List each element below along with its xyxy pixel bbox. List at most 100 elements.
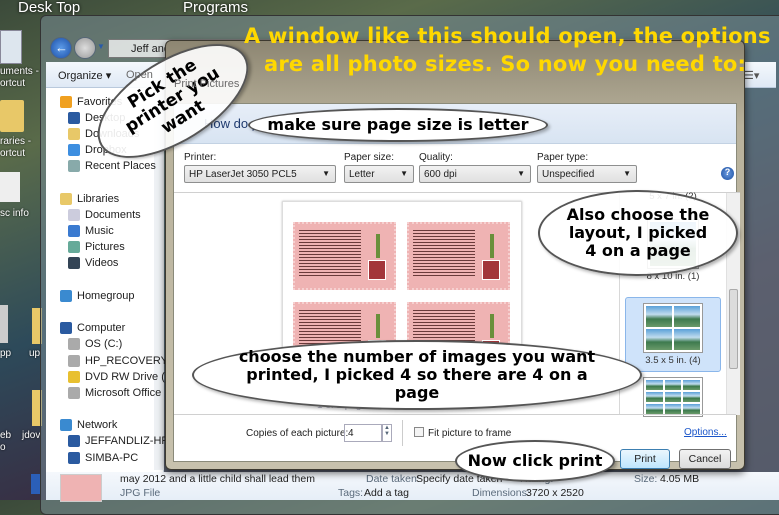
- back-button[interactable]: ←: [50, 37, 72, 59]
- divider: [402, 420, 403, 446]
- nav-item-videos[interactable]: Videos: [68, 257, 118, 269]
- documents-icon: [68, 209, 80, 221]
- homegroup-icon: [60, 290, 72, 302]
- file-name: may 2012 and a little child shall lead t…: [120, 473, 315, 485]
- arrow-left-icon: ←: [55, 40, 68, 55]
- copies-value: 4: [348, 428, 354, 439]
- copies-input[interactable]: 4: [344, 424, 382, 442]
- nav-item-recent-places[interactable]: Recent Places: [68, 160, 156, 172]
- desktop-icon-label[interactable]: o: [0, 442, 40, 453]
- nav-item-music[interactable]: Music: [68, 225, 114, 237]
- nav-item-homegroup[interactable]: Homegroup: [60, 290, 134, 302]
- nav-item-label: SIMBA-PC: [85, 452, 139, 464]
- preview-image: [293, 222, 396, 290]
- nav-item-documents[interactable]: Documents: [68, 209, 141, 221]
- file-type: JPG File: [120, 487, 161, 499]
- nav-item-dvd-rw-drive-e[interactable]: DVD RW Drive (E: [68, 371, 172, 383]
- cancel-button[interactable]: Cancel: [679, 449, 731, 469]
- libraries-shortcut-icon[interactable]: [0, 100, 24, 132]
- desktop-icon: [68, 112, 80, 124]
- chevron-down-icon: ▼: [623, 169, 631, 178]
- pictures-icon: [68, 241, 80, 253]
- organize-button[interactable]: Organize ▾: [58, 69, 111, 82]
- network-icon: [60, 419, 72, 431]
- paper-type-label: Paper type:: [537, 152, 589, 163]
- dvd-drive-icon: [68, 371, 80, 383]
- print-pictures-button[interactable]: Print Pictures: [174, 78, 239, 90]
- printer-select[interactable]: HP LaserJet 3050 PCL5 ▼: [184, 165, 336, 183]
- layout-thumbnail: [643, 303, 703, 353]
- forward-button[interactable]: [74, 37, 96, 59]
- tags-value[interactable]: Add a tag: [364, 487, 409, 499]
- nav-item-label: Network: [77, 419, 118, 431]
- downloads-folder-icon: [68, 128, 80, 140]
- nav-item-pictures[interactable]: Pictures: [68, 241, 125, 253]
- nav-item-jeffandliz-hp[interactable]: JEFFANDLIZ-HP: [68, 435, 169, 447]
- date-taken-label: Date taken:: [366, 473, 420, 485]
- desktop-icon-label[interactable]: raries -: [0, 136, 40, 147]
- nav-item-microsoft-office[interactable]: Microsoft Office: [68, 387, 161, 399]
- printer-label: Printer:: [184, 152, 217, 163]
- quote-text-image: [299, 228, 361, 278]
- nav-item-label: Microsoft Office: [85, 387, 162, 399]
- size-label: Size:: [634, 473, 658, 485]
- layout-option[interactable]: 3.5 x 5 in. (4): [625, 297, 721, 372]
- open-button[interactable]: Open: [126, 69, 153, 81]
- options-link[interactable]: Options...: [684, 427, 727, 438]
- copies-label: Copies of each picture:: [246, 428, 349, 439]
- chevron-down-icon: ▼: [517, 169, 525, 178]
- flower-icon: [376, 314, 380, 338]
- print-button[interactable]: Print: [620, 449, 670, 469]
- desktop-icon-label[interactable]: uments -: [0, 66, 40, 77]
- size-value: 4.05 MB: [660, 473, 700, 485]
- star-icon: [60, 96, 72, 108]
- nav-item-libraries[interactable]: Libraries: [60, 193, 119, 205]
- desktop-icon-label[interactable]: ortcut: [0, 78, 40, 89]
- dropbox-icon: [68, 144, 80, 156]
- desktop-icon-label[interactable]: sc info: [0, 208, 40, 219]
- annotation-paper-size: make sure page size is letter: [248, 108, 548, 142]
- nav-item-computer[interactable]: Computer: [60, 322, 125, 334]
- quote-text-image: [413, 228, 475, 278]
- nav-item-os-c[interactable]: OS (C:): [68, 338, 122, 350]
- heart-pot-icon: [368, 260, 386, 280]
- recent-pages-chevron-icon[interactable]: ▼: [97, 42, 105, 51]
- drive-icon: [68, 387, 80, 399]
- help-icon[interactable]: ?: [721, 167, 734, 180]
- nav-item-label: Music: [85, 225, 114, 237]
- layout-label: 3.5 x 5 in. (4): [645, 355, 701, 366]
- file-thumbnail: [60, 474, 102, 502]
- flower-icon: [490, 234, 494, 258]
- quality-select[interactable]: 600 dpi ▼: [419, 165, 531, 183]
- documents-shortcut-icon[interactable]: [0, 30, 22, 64]
- layout-thumbnail: [643, 377, 703, 417]
- annotation-headline-2: are all photo sizes. So now you need to:: [264, 52, 747, 76]
- view-options-icon[interactable]: ☰▾: [744, 69, 759, 82]
- nav-item-label: Documents: [85, 209, 141, 221]
- file-icon[interactable]: [0, 172, 20, 202]
- computer-icon: [68, 435, 80, 447]
- nav-item-label: OS (C:): [85, 338, 123, 350]
- nav-item-network[interactable]: Network: [60, 419, 117, 431]
- paper-type-select[interactable]: Unspecified ▼: [537, 165, 637, 183]
- annotation-copies: choose the number of images you want pri…: [192, 340, 642, 410]
- scrollbar-thumb[interactable]: [729, 289, 738, 369]
- quality-value: 600 dpi: [424, 169, 457, 180]
- paper-size-select[interactable]: Letter ▼: [344, 165, 414, 183]
- computer-icon: [68, 452, 80, 464]
- chevron-down-icon: ▼: [322, 169, 330, 178]
- paper-size-value: Letter: [349, 169, 375, 180]
- printer-value: HP LaserJet 3050 PCL5: [189, 169, 297, 180]
- copies-stepper[interactable]: ▲ ▼: [382, 424, 392, 442]
- flower-icon: [490, 314, 494, 338]
- annotation-headline-1: A window like this should open, the opti…: [244, 24, 771, 48]
- file-icon[interactable]: [0, 305, 8, 343]
- desktop-icon-label[interactable]: ortcut: [0, 148, 40, 159]
- nav-item-label: DVD RW Drive (E: [85, 371, 173, 383]
- nav-item-simba-pc[interactable]: SIMBA-PC: [68, 452, 138, 464]
- nav-item-label: Libraries: [77, 193, 120, 205]
- tags-label: Tags:: [338, 487, 364, 499]
- drive-icon: [68, 355, 80, 367]
- fit-picture-checkbox[interactable]: [414, 427, 424, 437]
- layout-option[interactable]: [625, 377, 721, 419]
